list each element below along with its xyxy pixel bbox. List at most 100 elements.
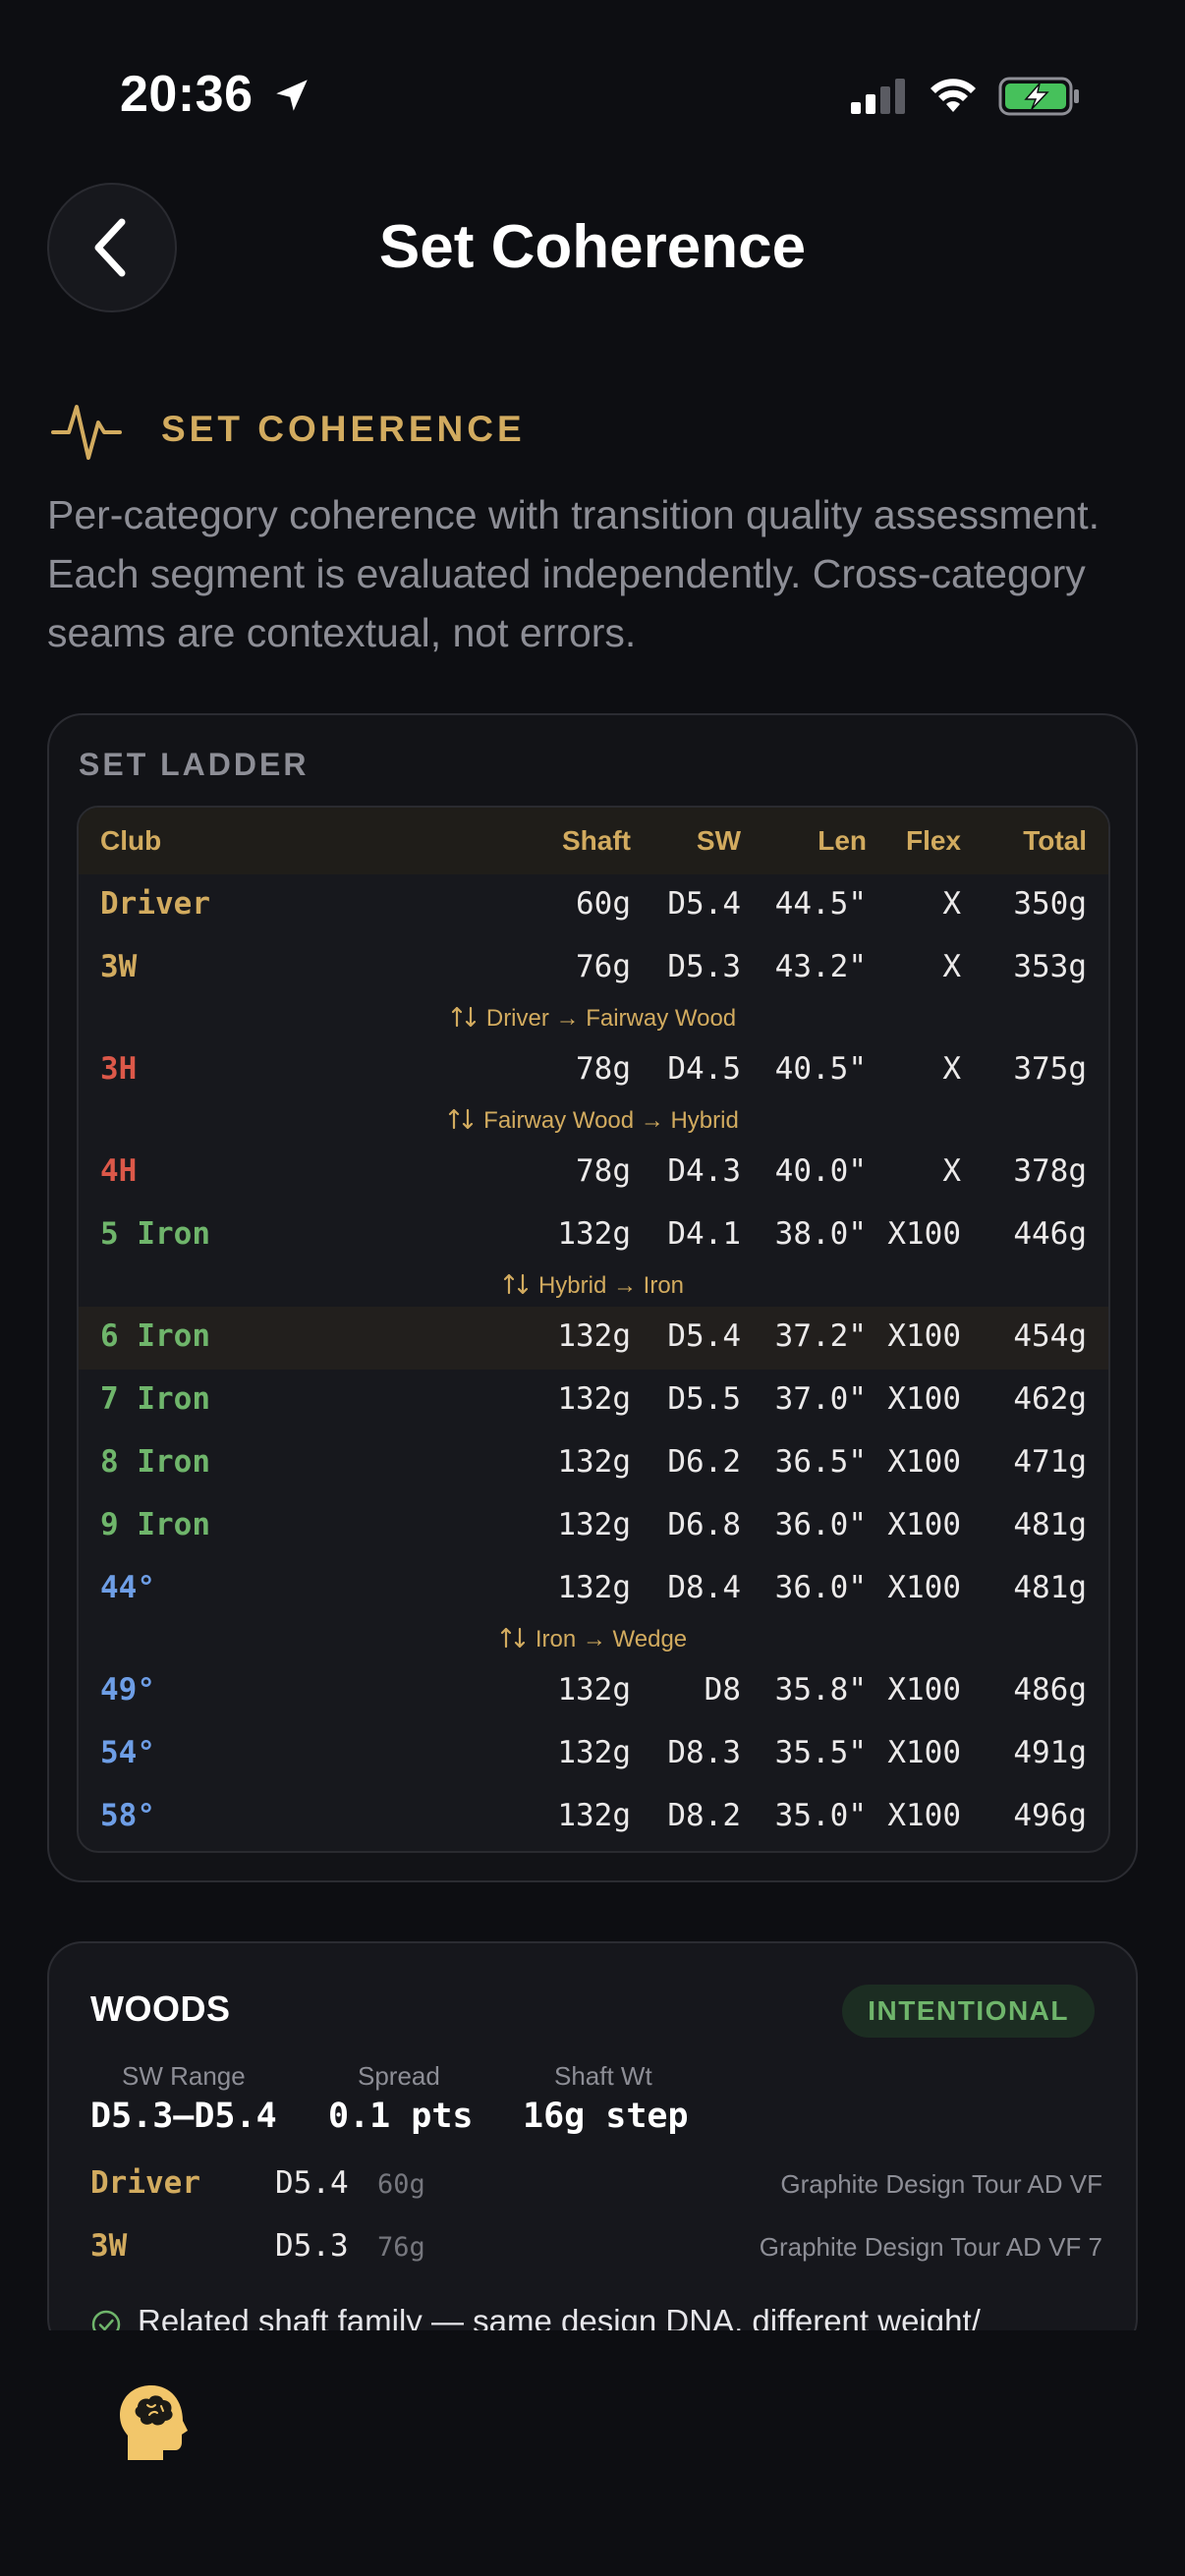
- club-length: 35.0": [774, 1798, 867, 1833]
- shaft-weight: 132g: [557, 1381, 631, 1417]
- shaft-weight: 76g: [576, 949, 631, 984]
- woods-card[interactable]: WOODS INTENTIONAL SW Range D5.3–D5.4 Spr…: [47, 1941, 1138, 2354]
- club-name: 54°: [100, 1735, 155, 1770]
- total-weight: 353g: [1013, 949, 1087, 984]
- swing-weight: D8.4: [667, 1570, 741, 1605]
- table-row-highlighted[interactable]: 6 Iron 132g D5.4 37.2" X100 454g: [79, 1307, 1108, 1370]
- total-weight: 496g: [1013, 1798, 1087, 1833]
- shaft-flex: X100: [887, 1216, 961, 1252]
- section-header: SET COHERENCE: [49, 389, 1130, 472]
- club-length: 40.0": [774, 1153, 867, 1189]
- club-name: 58°: [100, 1798, 155, 1833]
- shaft-flex: X: [942, 1153, 961, 1189]
- swing-weight: D8.2: [667, 1798, 741, 1833]
- club-name: 9 Iron: [100, 1507, 210, 1542]
- stat-label-spread: Spread: [358, 2061, 440, 2091]
- club-length: 44.5": [774, 886, 867, 922]
- club-length: 35.8": [774, 1672, 867, 1708]
- wood-club-shaft-model: Graphite Design Tour AD VF: [780, 2169, 1102, 2199]
- set-ladder-table: Club Shaft SW Len Flex Total Driver 60g …: [77, 806, 1110, 1853]
- shaft-flex: X100: [887, 1735, 961, 1770]
- header-sw: SW: [696, 825, 741, 856]
- swing-weight: D6.2: [667, 1444, 741, 1480]
- table-row[interactable]: 3H 78g D4.5 40.5" X 375g: [79, 1039, 1108, 1102]
- swing-weight: D5.3: [667, 949, 741, 984]
- brain-head-icon[interactable]: [114, 2381, 193, 2464]
- table-row[interactable]: Driver 60g D5.4 44.5" X 350g: [79, 874, 1108, 937]
- shaft-flex: X: [942, 1051, 961, 1087]
- shaft-weight: 132g: [557, 1216, 631, 1252]
- battery-charging-icon: [998, 77, 1079, 116]
- club-name: Driver: [100, 886, 210, 922]
- total-weight: 378g: [1013, 1153, 1087, 1189]
- transition-arrows-icon: [449, 1108, 474, 1130]
- table-row[interactable]: 49° 132g D8 35.8" X100 486g: [79, 1660, 1108, 1723]
- table-row[interactable]: 5 Iron 132g D4.1 38.0" X100 446g: [79, 1204, 1108, 1267]
- transition-arrows-icon: [503, 1273, 529, 1295]
- total-weight: 471g: [1013, 1444, 1087, 1480]
- club-length: 36.0": [774, 1507, 867, 1542]
- stat-label-sw-range: SW Range: [122, 2061, 246, 2091]
- shaft-flex: X100: [887, 1381, 961, 1417]
- swing-weight: D6.8: [667, 1507, 741, 1542]
- transition-arrows-icon: [500, 1627, 525, 1649]
- shaft-weight: 78g: [576, 1153, 631, 1189]
- shaft-flex: X: [942, 886, 961, 922]
- club-length: 36.5": [774, 1444, 867, 1480]
- total-weight: 481g: [1013, 1507, 1087, 1542]
- club-name: 8 Iron: [100, 1444, 210, 1480]
- transition-text: Iron → Wedge: [535, 1626, 688, 1652]
- shaft-weight: 132g: [557, 1507, 631, 1542]
- shaft-weight: 132g: [557, 1444, 631, 1480]
- table-row[interactable]: 3W 76g D5.3 43.2" X 353g: [79, 937, 1108, 1000]
- total-weight: 350g: [1013, 886, 1087, 922]
- swing-weight: D5.4: [667, 1318, 741, 1354]
- location-arrow-icon: [276, 80, 308, 111]
- swing-weight: D4.1: [667, 1216, 741, 1252]
- shaft-flex: X100: [887, 1318, 961, 1354]
- wood-club-name: 3W: [90, 2228, 128, 2264]
- set-ladder-card: SET LADDER Club Shaft SW Len Flex Total …: [47, 713, 1138, 1882]
- table-row[interactable]: 7 Iron 132g D5.5 37.0" X100 462g: [79, 1370, 1108, 1432]
- transition-arrows-icon: [451, 1006, 476, 1028]
- wood-club-weight: 60g: [377, 2169, 425, 2200]
- shaft-flex: X100: [887, 1570, 961, 1605]
- shaft-flex: X100: [887, 1798, 961, 1833]
- club-name: 5 Iron: [100, 1216, 210, 1252]
- table-header: Club Shaft SW Len Flex Total: [79, 808, 1108, 874]
- shaft-flex: X100: [887, 1507, 961, 1542]
- set-ladder-title: SET LADDER: [79, 747, 310, 782]
- shaft-flex: X100: [887, 1672, 961, 1708]
- table-row[interactable]: 58° 132g D8.2 35.0" X100 496g: [79, 1786, 1108, 1849]
- club-length: 38.0": [774, 1216, 867, 1252]
- pulse-icon: [51, 405, 122, 460]
- wood-club-row: Driver D5.4 60g Graphite Design Tour AD …: [90, 2161, 1102, 2211]
- table-row[interactable]: 44° 132g D8.4 36.0" X100 481g: [79, 1558, 1108, 1621]
- wifi-icon: [931, 79, 976, 112]
- wood-club-sw: D5.4: [275, 2165, 349, 2201]
- shaft-weight: 132g: [557, 1318, 631, 1354]
- cellular-signal-icon: [851, 79, 905, 114]
- club-name: 3H: [100, 1051, 138, 1087]
- header-shaft: Shaft: [562, 825, 631, 856]
- shaft-weight: 60g: [576, 886, 631, 922]
- total-weight: 375g: [1013, 1051, 1087, 1087]
- club-length: 36.0": [774, 1570, 867, 1605]
- swing-weight: D5.5: [667, 1381, 741, 1417]
- club-name: 44°: [100, 1570, 155, 1605]
- section-label: SET COHERENCE: [161, 409, 526, 449]
- club-length: 40.5": [774, 1051, 867, 1087]
- wood-club-shaft-model: Graphite Design Tour AD VF 7: [759, 2232, 1102, 2262]
- table-row[interactable]: 8 Iron 132g D6.2 36.5" X100 471g: [79, 1432, 1108, 1495]
- status-bar: 20:36: [0, 0, 1185, 177]
- header-club: Club: [100, 825, 162, 856]
- table-row[interactable]: 54° 132g D8.3 35.5" X100 491g: [79, 1723, 1108, 1786]
- swing-weight: D5.4: [667, 886, 741, 922]
- wood-club-sw: D5.3: [275, 2228, 349, 2264]
- table-row[interactable]: 4H 78g D4.3 40.0" X 378g: [79, 1142, 1108, 1204]
- woods-title: WOODS: [90, 1988, 231, 2029]
- wood-club-row: 3W D5.3 76g Graphite Design Tour AD VF 7: [90, 2224, 1102, 2273]
- total-weight: 454g: [1013, 1318, 1087, 1354]
- total-weight: 446g: [1013, 1216, 1087, 1252]
- table-row[interactable]: 9 Iron 132g D6.8 36.0" X100 481g: [79, 1495, 1108, 1558]
